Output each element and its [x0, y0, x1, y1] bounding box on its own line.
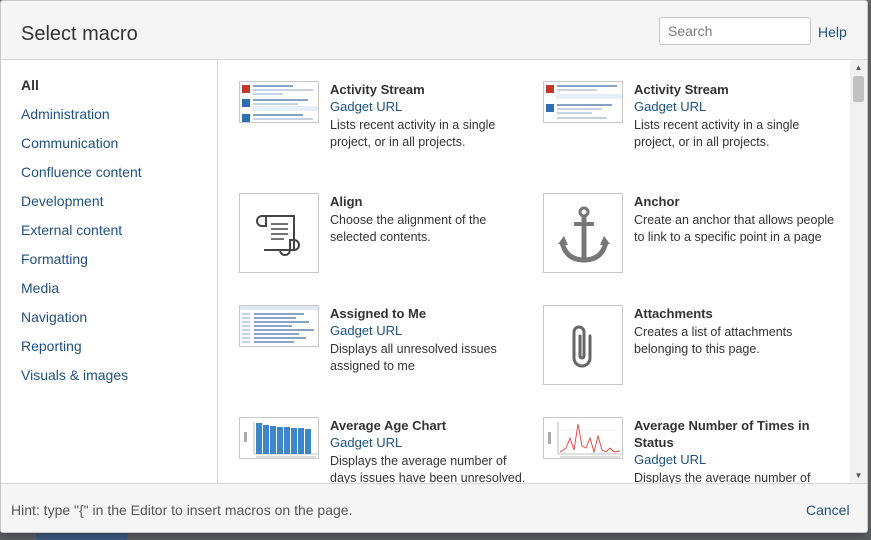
line-chart-screenshot — [543, 417, 623, 459]
sidebar-item-navigation[interactable]: Navigation — [21, 309, 87, 325]
gadget-url-link[interactable]: Gadget URL — [634, 451, 839, 468]
category-sidebar: All Administration Communication Conflue… — [1, 60, 218, 483]
macro-title: Activity Stream — [634, 82, 729, 97]
macro-activity-stream[interactable]: Activity Stream Gadget URL Lists recent … — [239, 81, 535, 181]
sidebar-item-formatting[interactable]: Formatting — [21, 251, 88, 267]
macro-list-scrollbar[interactable]: ▲ ▼ — [850, 60, 867, 483]
scroll-down-arrow-icon[interactable]: ▼ — [850, 468, 867, 483]
anchor-icon — [543, 193, 623, 273]
macro-title: Average Number of Times in Status — [634, 418, 810, 450]
hint-text: Hint: type "{" in the Editor to insert m… — [11, 502, 353, 518]
macro-list: Activity Stream Gadget URL Lists recent … — [218, 60, 850, 483]
sidebar-item-media[interactable]: Media — [21, 280, 59, 296]
sidebar-item-reporting[interactable]: Reporting — [21, 338, 82, 354]
sidebar-item-communication[interactable]: Communication — [21, 135, 118, 151]
scroll-up-arrow-icon[interactable]: ▲ — [850, 60, 867, 75]
macro-average-age-chart[interactable]: Average Age Chart Gadget URL Displays th… — [239, 417, 535, 483]
gadget-url-link[interactable]: Gadget URL — [330, 434, 535, 451]
macro-description: Displays the average number of days issu… — [330, 454, 526, 483]
macro-description: Create an anchor that allows people to l… — [634, 213, 835, 244]
bar-chart-screenshot — [239, 417, 319, 459]
macro-attachments[interactable]: Attachments Creates a list of attachment… — [543, 305, 839, 405]
macro-anchor[interactable]: Anchor Create an anchor that allows peop… — [543, 193, 839, 293]
activity-stream-screenshot — [543, 81, 623, 123]
macro-description: Displays all unresolved issues assigned … — [330, 342, 497, 373]
gadget-url-link[interactable]: Gadget URL — [330, 322, 535, 339]
sidebar-item-all[interactable]: All — [21, 77, 39, 93]
macro-title: Attachments — [634, 306, 713, 321]
macro-align[interactable]: Align Choose the alignment of the select… — [239, 193, 535, 293]
gadget-url-link[interactable]: Gadget URL — [330, 98, 535, 115]
scrollbar-thumb[interactable] — [853, 76, 864, 102]
macro-description: Creates a list of attachments belonging … — [634, 325, 793, 356]
dialog-title: Select macro — [21, 23, 138, 45]
macro-description: Lists recent activity in a single projec… — [634, 118, 800, 149]
macro-title: Activity Stream — [330, 82, 425, 97]
macro-assigned-to-me[interactable]: Assigned to Me Gadget URL Displays all u… — [239, 305, 535, 405]
macro-title: Assigned to Me — [330, 306, 427, 321]
sidebar-item-development[interactable]: Development — [21, 193, 104, 209]
macro-description: Lists recent activity in a single projec… — [330, 118, 496, 149]
macro-activity-stream[interactable]: Activity Stream Gadget URL Lists recent … — [543, 81, 839, 181]
paperclip-icon — [543, 305, 623, 385]
macro-title: Anchor — [634, 194, 680, 209]
sidebar-item-administration[interactable]: Administration — [21, 106, 110, 122]
sidebar-item-external-content[interactable]: External content — [21, 222, 122, 238]
dialog-header: Select macro Help — [1, 1, 867, 60]
gadget-url-link[interactable]: Gadget URL — [634, 98, 839, 115]
dialog-footer: Hint: type "{" in the Editor to insert m… — [1, 483, 867, 532]
macro-description: Choose the alignment of the selected con… — [330, 213, 487, 244]
macro-title: Align — [330, 194, 363, 209]
sidebar-item-confluence-content[interactable]: Confluence content — [21, 164, 142, 180]
macro-title: Average Age Chart — [330, 418, 447, 433]
background-button — [36, 532, 128, 540]
sidebar-item-visuals-images[interactable]: Visuals & images — [21, 367, 128, 383]
issue-list-screenshot — [239, 305, 319, 347]
search-input[interactable] — [659, 17, 811, 45]
help-link[interactable]: Help — [818, 24, 847, 40]
activity-stream-screenshot — [239, 81, 319, 123]
macro-description: Displays the average number of — [634, 471, 811, 483]
select-macro-dialog: Select macro Help All Administration Com… — [0, 0, 868, 533]
macro-average-number-of-times-in-status[interactable]: Average Number of Times in Status Gadget… — [543, 417, 839, 483]
scroll-icon — [239, 193, 319, 273]
cancel-button[interactable]: Cancel — [806, 502, 850, 518]
